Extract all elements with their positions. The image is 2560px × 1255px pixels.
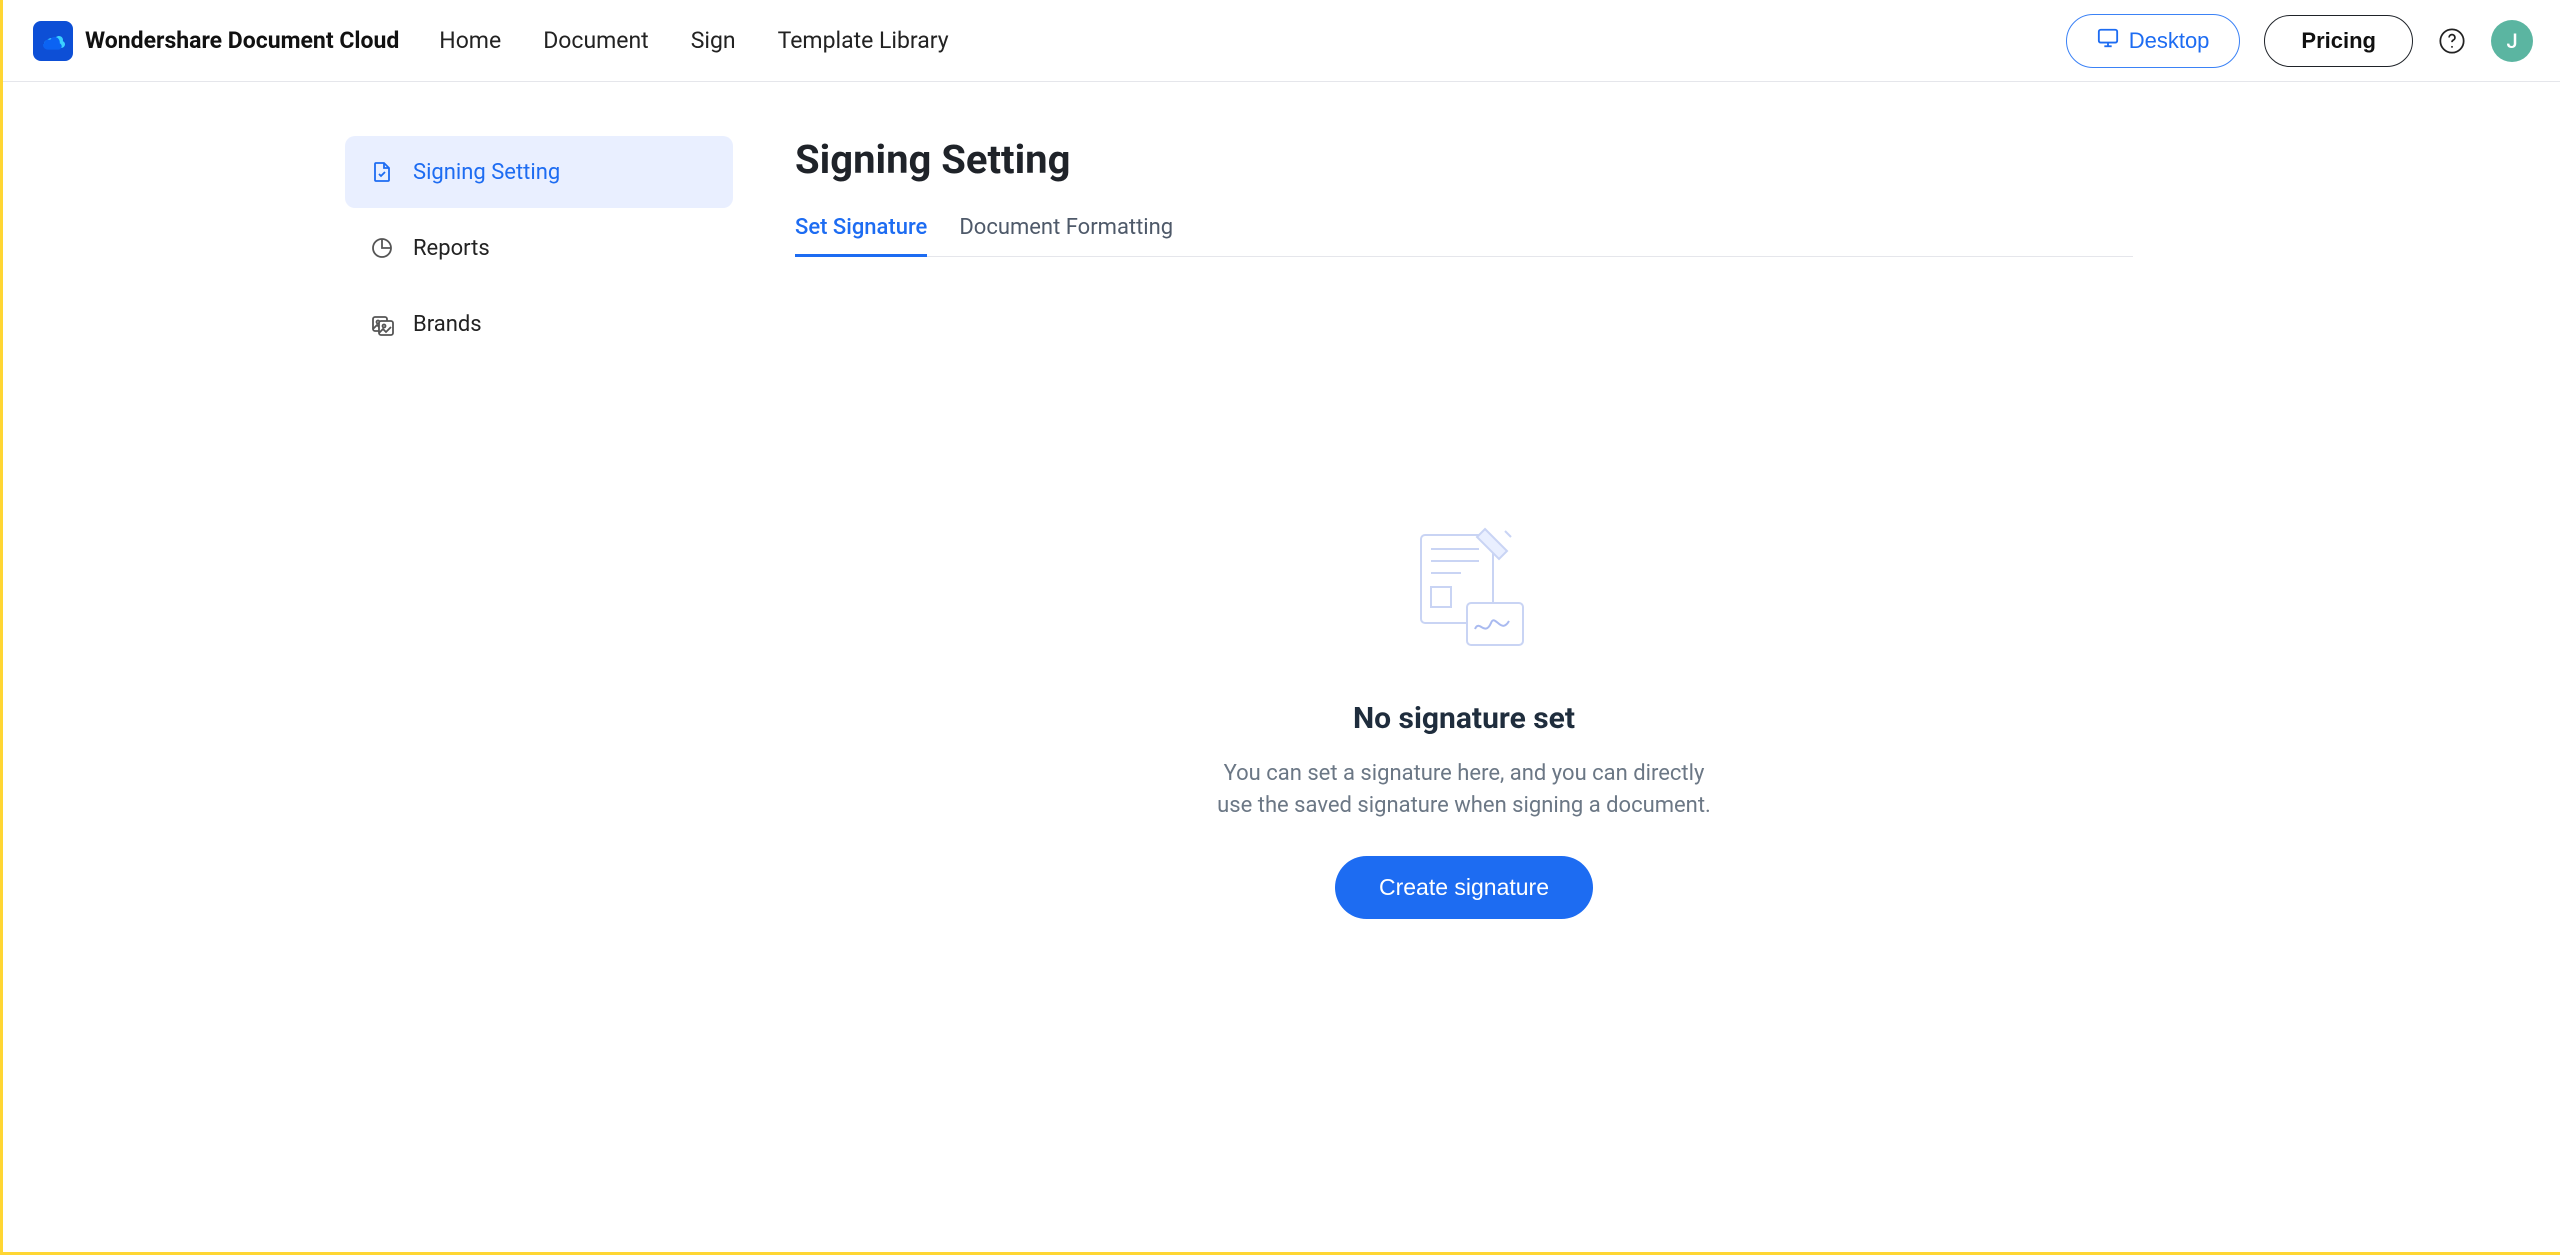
empty-title: No signature set <box>1353 701 1575 736</box>
app-header: Wondershare Document Cloud Home Document… <box>3 0 2560 82</box>
tabs: Set Signature Document Formatting <box>795 215 2133 257</box>
brand-logo-icon <box>33 21 73 61</box>
nav-template-library[interactable]: Template Library <box>778 27 949 54</box>
sidebar-item-label: Signing Setting <box>413 160 560 185</box>
tab-document-formatting[interactable]: Document Formatting <box>959 215 1173 257</box>
brand[interactable]: Wondershare Document Cloud <box>33 21 399 61</box>
nav-sign[interactable]: Sign <box>691 27 736 54</box>
create-signature-button-label: Create signature <box>1379 874 1549 900</box>
empty-illustration-icon <box>1389 517 1539 657</box>
pricing-button[interactable]: Pricing <box>2264 15 2413 67</box>
header-actions: Desktop Pricing J <box>2066 14 2533 68</box>
sidebar-item-reports[interactable]: Reports <box>345 212 733 284</box>
nav-home[interactable]: Home <box>439 27 501 54</box>
brands-icon <box>369 311 395 337</box>
page-title: Signing Setting <box>795 136 2133 183</box>
avatar[interactable]: J <box>2491 20 2533 62</box>
sidebar-item-label: Brands <box>413 312 482 337</box>
top-nav: Home Document Sign Template Library <box>439 27 948 54</box>
empty-state: No signature set You can set a signature… <box>795 517 2133 919</box>
sidebar-item-signing-setting[interactable]: Signing Setting <box>345 136 733 208</box>
help-icon[interactable] <box>2437 26 2467 56</box>
monitor-icon <box>2097 27 2119 55</box>
empty-description: You can set a signature here, and you ca… <box>1209 758 1719 822</box>
avatar-initial: J <box>2506 29 2517 53</box>
brand-name: Wondershare Document Cloud <box>85 27 399 54</box>
pricing-button-label: Pricing <box>2301 28 2376 53</box>
sidebar: Signing Setting Reports <box>3 136 733 919</box>
nav-document[interactable]: Document <box>543 27 649 54</box>
desktop-button[interactable]: Desktop <box>2066 14 2241 68</box>
sidebar-item-label: Reports <box>413 236 490 261</box>
reports-icon <box>369 235 395 261</box>
main-content: Signing Setting Set Signature Document F… <box>733 136 2133 919</box>
create-signature-button[interactable]: Create signature <box>1335 856 1593 919</box>
signing-setting-icon <box>369 159 395 185</box>
desktop-button-label: Desktop <box>2129 28 2210 54</box>
tab-set-signature[interactable]: Set Signature <box>795 215 927 257</box>
sidebar-item-brands[interactable]: Brands <box>345 288 733 360</box>
